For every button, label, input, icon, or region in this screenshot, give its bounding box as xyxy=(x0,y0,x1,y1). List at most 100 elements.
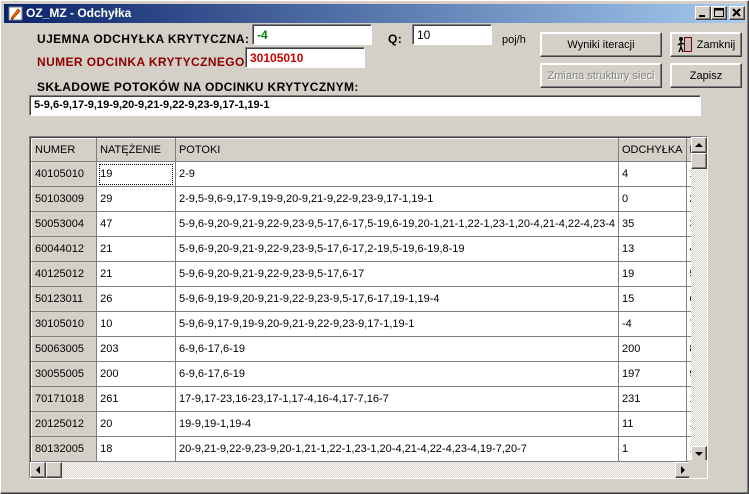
cell-numer[interactable]: 30055005 xyxy=(30,361,98,387)
column-header-potoki[interactable]: POTOKI xyxy=(174,138,619,162)
cell-numer[interactable]: 50123011 xyxy=(30,286,98,312)
cell-numer[interactable]: 50053004 xyxy=(30,211,98,237)
cell-natezenie[interactable]: 261 xyxy=(96,386,176,412)
cell-natezenie[interactable]: 19 xyxy=(96,161,176,187)
cell-potoki[interactable]: 6-9,6-17,6-19 xyxy=(175,361,619,387)
cell-odchylka[interactable]: 200 xyxy=(618,336,687,362)
cell-potoki[interactable]: 2-9 xyxy=(175,161,619,187)
table-row[interactable]: 201250122019-9,19-1,19-41111 xyxy=(30,411,707,437)
data-grid[interactable]: NUMER NATĘŻENIE POTOKI ODCHYŁKA LP 40105… xyxy=(29,136,708,479)
cell-natezenie[interactable]: 203 xyxy=(96,336,176,362)
cell-odchylka[interactable]: 231 xyxy=(618,386,687,412)
cell-potoki[interactable]: 5-9,6-9,20-9,21-9,22-9,23-9,5-17,6-17,2-… xyxy=(175,236,619,262)
table-row[interactable]: 500630052036-9,6-17,6-192008 xyxy=(30,336,707,362)
cell-natezenie[interactable]: 26 xyxy=(96,286,176,312)
cell-potoki[interactable]: 5-9,6-9,20-9,21-9,22-9,23-9,5-17,6-17 xyxy=(175,261,619,287)
cell-natezenie[interactable]: 29 xyxy=(96,186,176,212)
close-icon xyxy=(732,8,741,17)
cell-numer[interactable]: 40125012 xyxy=(30,261,98,287)
table-row[interactable]: 80132005 18 20-9,21-9,22-9,23-9,20-1,21-1,… xyxy=(30,436,707,462)
data-table: NUMER NATĘŻENIE POTOKI ODCHYŁKA LP 40105… xyxy=(30,138,707,462)
scrollbar-corner xyxy=(689,460,707,478)
cell-numer[interactable]: 70171018 xyxy=(30,386,98,412)
cell-odchylka[interactable]: 4 xyxy=(618,161,687,187)
cell-potoki[interactable]: 6-9,6-17,6-19 xyxy=(175,336,619,362)
q-field[interactable]: 10 xyxy=(412,24,492,45)
cell-potoki[interactable]: 20-9,21-9,22-9,23-9,20-1,21-1,22-1,23-1,… xyxy=(175,436,619,462)
cell-numer[interactable]: 80132005 xyxy=(30,436,98,462)
zamknij-button[interactable]: Zamknij xyxy=(670,32,742,57)
cell-numer[interactable]: 60044012 xyxy=(30,236,98,262)
cell-odchylka[interactable]: 13 xyxy=(618,236,687,262)
table-row[interactable]: 40105010192-941 xyxy=(30,161,707,187)
cell-odchylka[interactable]: 35 xyxy=(618,211,687,237)
arrow-right-icon xyxy=(681,466,685,474)
scroll-up-button[interactable] xyxy=(691,137,707,153)
zmiana-struktury-button[interactable]: Zmiana struktury sieci xyxy=(540,63,662,88)
cell-odchylka[interactable]: -4 xyxy=(618,311,687,337)
maximize-button[interactable] xyxy=(711,6,727,20)
cell-numer[interactable]: 50063005 xyxy=(30,336,98,362)
cell-odchylka[interactable]: 0 xyxy=(618,186,687,212)
close-button[interactable] xyxy=(729,6,745,20)
cell-odchylka[interactable]: 197 xyxy=(618,361,687,387)
skladowe-field[interactable]: 5-9,6-9,17-9,19-9,20-9,21-9,22-9,23-9,17… xyxy=(29,95,701,116)
cell-odchylka[interactable]: 15 xyxy=(618,286,687,312)
scroll-left-button[interactable] xyxy=(30,462,46,478)
horizontal-scrollbar[interactable] xyxy=(30,462,691,478)
column-header-natezenie[interactable]: NATĘŻENIE xyxy=(96,138,176,162)
cell-natezenie[interactable]: 47 xyxy=(96,211,176,237)
cell-potoki[interactable]: 5-9,6-9,19-9,20-9,21-9,22-9,23-9,5-17,6-… xyxy=(175,286,619,312)
zapisz-button[interactable]: Zapisz xyxy=(670,63,742,88)
pencil-app-icon xyxy=(8,6,23,21)
arrow-left-icon xyxy=(36,466,40,474)
numer-field[interactable]: 30105010 xyxy=(245,47,365,68)
exit-door-icon xyxy=(677,37,692,53)
cell-potoki[interactable]: 5-9,6-9,20-9,21-9,22-9,23-9,5-17,6-17,5-… xyxy=(175,211,619,237)
title-bar[interactable]: OZ_MZ - Odchyłka xyxy=(4,4,745,23)
skladowe-label: SKŁADOWE POTOKÓW NA ODCINKU KRYTYCZNYM: xyxy=(37,80,359,94)
cell-odchylka[interactable]: 11 xyxy=(618,411,687,437)
vertical-scrollbar[interactable] xyxy=(691,137,707,462)
minimize-button[interactable] xyxy=(695,6,711,20)
q-unit: poj/h xyxy=(502,34,526,46)
zamknij-label: Zamknij xyxy=(696,38,736,51)
cell-natezenie[interactable]: 200 xyxy=(96,361,176,387)
cell-potoki[interactable]: 17-9,17-23,16-23,17-1,17-4,16-4,17-7,16-… xyxy=(175,386,619,412)
column-header-odchylka[interactable]: ODCHYŁKA xyxy=(617,138,687,162)
cell-natezenie[interactable]: 18 xyxy=(96,436,176,462)
cell-numer[interactable]: 20125012 xyxy=(30,411,98,437)
wyniki-iteracji-button[interactable]: Wyniki iteracji xyxy=(540,32,662,57)
cell-odchylka[interactable]: 19 xyxy=(618,261,687,287)
cell-natezenie[interactable]: 20 xyxy=(96,411,176,437)
vertical-scroll-thumb[interactable] xyxy=(691,153,707,169)
cell-potoki[interactable]: 2-9,5-9,6-9,17-9,19-9,20-9,21-9,22-9,23-… xyxy=(175,186,619,212)
table-row[interactable]: 40125012 21 5-9,6-9,20-9,21-9,22-9,23-9,5-… xyxy=(30,261,707,287)
table-row[interactable]: 50103009 29 2-9,5-9,6-9,17-9,19-9,20-9,21-… xyxy=(30,186,707,212)
cell-natezenie[interactable]: 21 xyxy=(96,261,176,287)
maximize-icon xyxy=(714,8,724,17)
q-label: Q: xyxy=(388,32,403,46)
cell-numer[interactable]: 30105010 xyxy=(30,311,98,337)
table-row[interactable]: 70171018 261 17-9,17-23,16-23,17-1,17-4,16… xyxy=(30,386,707,412)
table-row[interactable]: 300550052006-9,6-17,6-191979 xyxy=(30,361,707,387)
table-row[interactable]: 60044012 21 5-9,6-9,20-9,21-9,22-9,23-9,5-… xyxy=(30,236,707,262)
cell-numer[interactable]: 40105010 xyxy=(30,161,98,187)
cell-odchylka[interactable]: 1 xyxy=(618,436,687,462)
cell-potoki[interactable]: 5-9,6-9,17-9,19-9,20-9,21-9,22-9,23-9,17… xyxy=(175,311,619,337)
minimize-icon xyxy=(699,15,705,17)
zmiana-struktury-label: Zmiana struktury sieci xyxy=(547,69,655,82)
table-row[interactable]: 30105010 10 5-9,6-9,17-9,19-9,20-9,21-9,22… xyxy=(30,311,707,337)
app-window: OZ_MZ - Odchyłka UJEMNA ODCHYŁKA KRYTYCZ… xyxy=(0,0,749,494)
odchylka-field[interactable]: -4 xyxy=(252,24,372,45)
header-row: NUMER NATĘŻENIE POTOKI ODCHYŁKA LP xyxy=(30,138,707,162)
cell-natezenie[interactable]: 10 xyxy=(96,311,176,337)
horizontal-scroll-thumb[interactable] xyxy=(46,462,62,478)
table-row[interactable]: 50123011 26 5-9,6-9,19-9,20-9,21-9,22-9,23… xyxy=(30,286,707,312)
window-title: OZ_MZ - Odchyłka xyxy=(26,6,132,20)
cell-numer[interactable]: 50103009 xyxy=(30,186,98,212)
cell-natezenie[interactable]: 21 xyxy=(96,236,176,262)
cell-potoki[interactable]: 19-9,19-1,19-4 xyxy=(175,411,619,437)
table-row[interactable]: 50053004 47 5-9,6-9,20-9,21-9,22-9,23-9,5-… xyxy=(30,211,707,237)
column-header-numer[interactable]: NUMER xyxy=(30,138,98,162)
